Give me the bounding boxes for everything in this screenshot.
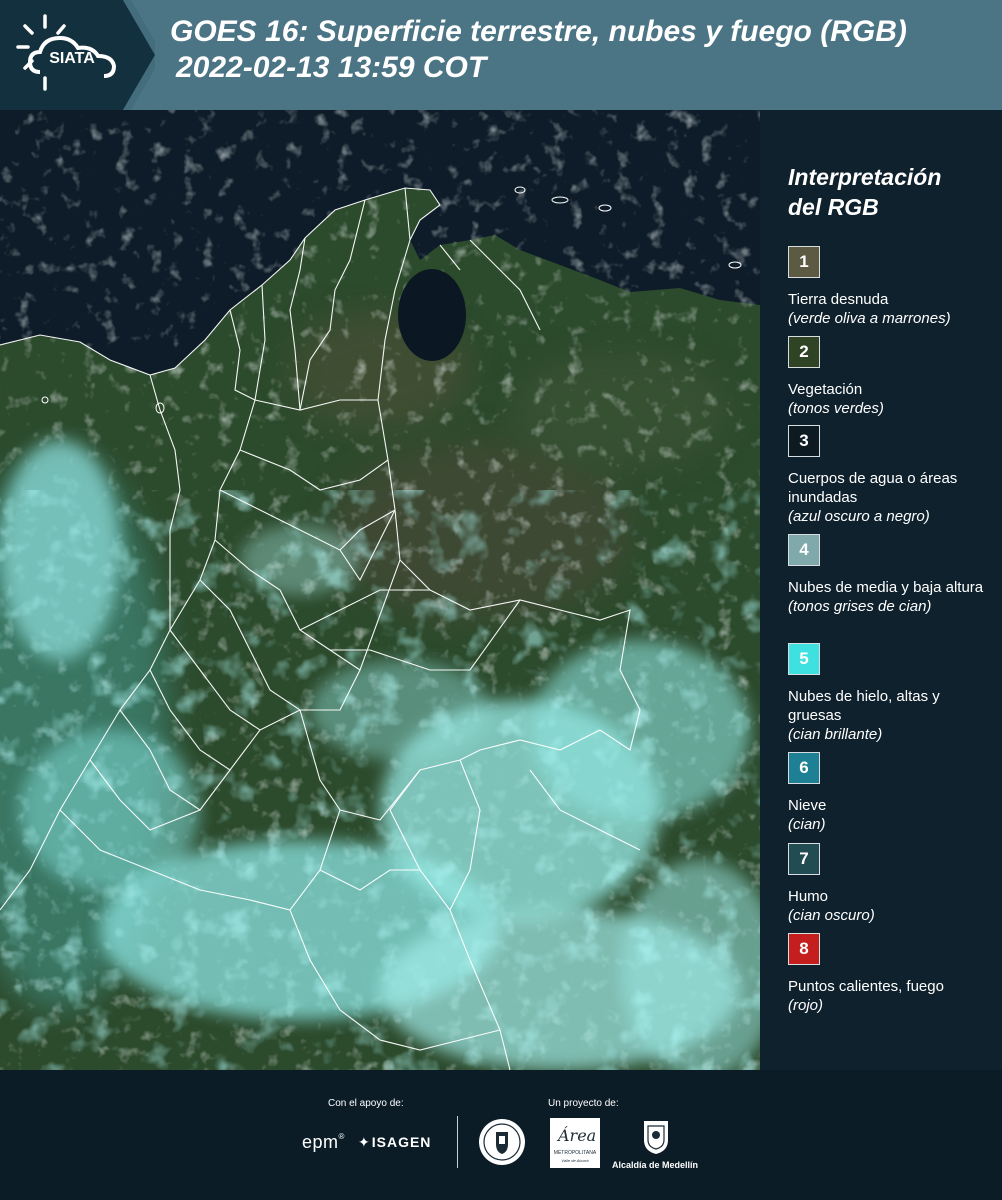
legend-item-label: Humo <box>788 888 829 905</box>
legend-item-label: Tierra desnuda <box>788 291 889 308</box>
legend-item-desc: (verde oliva a marrones) <box>788 310 951 327</box>
legend-item-desc: (azul oscuro a negro) <box>788 508 930 525</box>
isagen-logo: ✦ ISAGEN <box>358 1134 431 1152</box>
legend-item-label: Nubes de hielo, altas y gruesas <box>788 688 940 724</box>
legend-item-desc: (rojo) <box>788 997 824 1014</box>
legend-title-line1: Interpretación <box>788 164 942 190</box>
legend-title-line2: del RGB <box>788 194 879 220</box>
isagen-logo-text: ISAGEN <box>371 1134 432 1150</box>
area-metropolitana-logo: Área METROPOLITANA Valle de Aburrá <box>550 1118 600 1168</box>
legend-swatch: 7 <box>788 843 820 875</box>
legend-title: Interpretación del RGB <box>788 162 941 222</box>
legend-item-label: Vegetación <box>788 381 863 398</box>
support-label: Con el apoyo de: <box>328 1098 404 1109</box>
area-logo-subtitle: Valle de Aburrá <box>561 1158 589 1163</box>
alcaldia-label: Alcaldía de Medellín <box>612 1160 699 1170</box>
legend-item-label: Puntos calientes, fuego <box>788 978 944 995</box>
title-main: GOES 16: Superficie terrestre, nubes y f… <box>170 15 907 48</box>
title-timestamp: 2022-02-13 13:59 COT <box>176 51 487 84</box>
siata-logo-text: SIATA <box>49 50 95 67</box>
legend-item-label: Cuerpos de agua o áreas inundadas <box>788 470 958 506</box>
epm-logo-text: epm <box>302 1132 339 1152</box>
legend-item-desc: (cian oscuro) <box>788 907 875 924</box>
legend-item-smoke: 7 Humo (cian oscuro) <box>788 843 993 925</box>
legend-item-label: Nubes de media y baja altura <box>788 579 984 596</box>
legend-swatch: 2 <box>788 336 820 368</box>
footer-divider <box>457 1116 458 1168</box>
gobernacion-seal-icon <box>478 1118 526 1171</box>
legend-swatch: 4 <box>788 534 820 566</box>
legend-item-vegetation: 2 Vegetación (tonos verdes) <box>788 336 993 418</box>
legend-swatch: 3 <box>788 425 820 457</box>
legend-item-desc: (tonos grises de cian) <box>788 598 932 615</box>
area-logo-subtext: METROPOLITANA <box>553 1150 597 1156</box>
isagen-star-icon: ✦ <box>358 1134 370 1150</box>
page-title: GOES 16: Superficie terrestre, nubes y f… <box>170 14 907 86</box>
siata-logo: SIATA <box>0 0 155 110</box>
legend-item-desc: (cian brillante) <box>788 726 883 743</box>
legend-swatch: 8 <box>788 933 820 965</box>
legend-item-desc: (tonos verdes) <box>788 400 884 417</box>
legend-item-water: 3 Cuerpos de agua o áreas inundadas (azu… <box>788 425 993 526</box>
footer-sponsors: Con el apoyo de: Un proyecto de: epm® ✦ I… <box>0 1070 1002 1200</box>
header-bar: SIATA GOES 16: Superficie terrestre, nub… <box>0 0 1002 110</box>
legend-swatch: 1 <box>788 246 820 278</box>
legend-item-fire: 8 Puntos calientes, fuego (rojo) <box>788 933 993 1015</box>
legend-item-desc: (cian) <box>788 816 826 833</box>
epm-logo: epm® <box>302 1132 345 1153</box>
legend-item-snow: 6 Nieve (cian) <box>788 752 993 834</box>
legend-swatch: 5 <box>788 643 820 675</box>
legend-item-label: Nieve <box>788 797 827 814</box>
trademark-icon: ® <box>338 1132 345 1141</box>
project-label: Un proyecto de: <box>548 1098 619 1109</box>
legend-panel: Interpretación del RGB 1 Tierra desnuda … <box>760 110 1002 1070</box>
legend-item-low-clouds: 4 Nubes de media y baja altura (tonos gr… <box>788 534 993 616</box>
area-logo-text: Área <box>558 1126 597 1145</box>
legend-item-bare-soil: 1 Tierra desnuda (verde oliva a marrones… <box>788 246 993 328</box>
satellite-image <box>0 110 760 1070</box>
legend-item-ice-clouds: 5 Nubes de hielo, altas y gruesas (cian … <box>788 643 993 744</box>
alcaldia-shield-icon <box>641 1118 671 1161</box>
legend-swatch: 6 <box>788 752 820 784</box>
